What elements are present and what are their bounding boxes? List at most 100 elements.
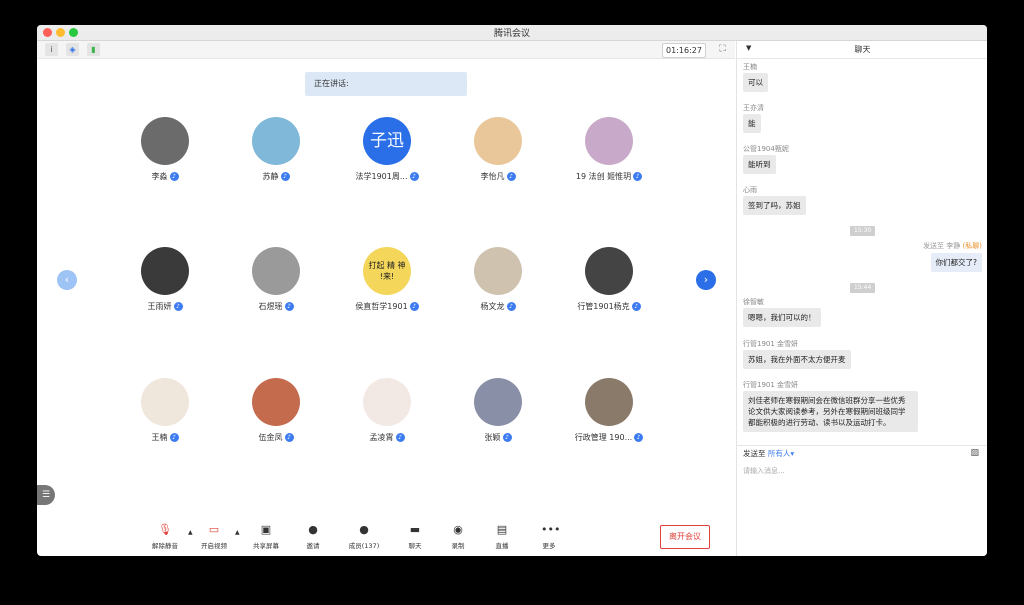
chat-sender: 徐智敏 xyxy=(743,298,764,306)
mic-status-icon: ♪ xyxy=(409,302,419,311)
mic-status-icon: ♪ xyxy=(284,302,294,311)
avatar: 子迅 xyxy=(363,117,411,165)
avatar xyxy=(252,378,300,426)
image-icon[interactable]: ▨ xyxy=(970,448,979,458)
chat-sender: 行管1901 金雪妍 xyxy=(743,340,799,348)
avatar xyxy=(252,117,300,165)
participant-tile[interactable]: 孟凌霄 ♪ xyxy=(342,378,432,443)
chat-title: 聊天 xyxy=(854,45,871,54)
mic-status-icon: ♪ xyxy=(280,172,290,181)
participant-tile[interactable]: 伍金凤 ♪ xyxy=(231,378,321,443)
mic-status-icon: ♪ xyxy=(169,172,179,181)
chat-sender: 心雨 xyxy=(743,186,757,194)
meeting-timer: 01:16:27 xyxy=(662,43,706,58)
record-button[interactable]: ◉ 录制 xyxy=(436,523,480,550)
avatar xyxy=(585,117,633,165)
more-icon: ••• xyxy=(541,523,561,536)
start-video-button[interactable]: ▭ 开启视频 xyxy=(192,523,236,550)
chat-bubble: 刘佳老师在寒假期间会在微信班群分享一些优秀 论文供大家阅读参考，另外在寒假期间班… xyxy=(743,391,918,432)
mic-status-icon: ♪ xyxy=(502,433,512,442)
avatar xyxy=(141,117,189,165)
participant-tile[interactable]: 王雨妍 ♪ xyxy=(120,247,210,312)
video-options-caret[interactable]: ▲ xyxy=(235,529,240,536)
chat-time: 15:44 xyxy=(850,283,876,293)
signal-icon[interactable]: ▮ xyxy=(87,43,100,56)
participant-name: 伍金凤 ♪ xyxy=(231,432,321,443)
meeting-window: 腾讯会议 i ◈ ▮ 01:16:27 ⛶ 正在讲话: ‹ › ☰ 李淼 ♪ 苏静 ♪… xyxy=(37,25,987,556)
chat-sender: 王楠 xyxy=(743,63,757,71)
chat-bubble: 嗯嗯，我们可以的！ xyxy=(743,308,821,327)
mic-status-icon: ♪ xyxy=(506,172,516,181)
chat-bubble: 苏姐，我在外面不太方便开麦 xyxy=(743,350,851,369)
participant-tile[interactable]: 行管1901杨克 ♪ xyxy=(564,247,654,312)
chat-sender: 行管1901 金雪妍 xyxy=(743,381,799,389)
mic-status-icon: ♪ xyxy=(284,433,294,442)
participant-name: 王雨妍 ♪ xyxy=(120,301,210,312)
participant-name: 张颖 ♪ xyxy=(453,432,543,443)
leave-meeting-button[interactable]: 离开会议 xyxy=(660,525,710,549)
video-off-icon: ▭ xyxy=(208,523,220,536)
participant-name: 石煜瑶 ♪ xyxy=(231,301,321,312)
unmute-button[interactable]: 🎙 解除静音 xyxy=(143,523,187,550)
participant-name: 19 法创 姬惟玥 ♪ xyxy=(564,171,654,182)
participant-tile[interactable]: 苏静 ♪ xyxy=(231,117,321,182)
invite-button[interactable]: ● 邀请 xyxy=(291,523,335,550)
control-bar: 🎙 解除静音 ▲ ▭ 开启视频 ▲ ▣ 共享屏幕 ● 邀请 ● 成员(137) … xyxy=(37,519,735,556)
participant-name: 法学1901周... ♪ xyxy=(342,171,432,182)
chat-button[interactable]: ▬ 聊天 xyxy=(393,523,437,550)
participant-name: 行管1901杨克 ♪ xyxy=(564,301,654,312)
participant-tile[interactable]: 王楠 ♪ xyxy=(120,378,210,443)
next-page-button[interactable]: › xyxy=(696,270,716,290)
chat-bubble: 签到了吗，苏姐 xyxy=(743,196,806,215)
avatar xyxy=(141,378,189,426)
share-screen-button[interactable]: ▣ 共享屏幕 xyxy=(244,523,288,550)
prev-page-button[interactable]: ‹ xyxy=(57,270,77,290)
share-screen-icon: ▣ xyxy=(260,523,272,536)
speaking-indicator: 正在讲话: xyxy=(305,72,467,96)
title-bar: 腾讯会议 xyxy=(37,25,987,41)
avatar xyxy=(585,247,633,295)
participant-tile[interactable]: 李淼 ♪ xyxy=(120,117,210,182)
chat-icon: ▬ xyxy=(409,523,421,536)
participant-tile[interactable]: 李怡凡 ♪ xyxy=(453,117,543,182)
chat-header: ▼ 聊天 xyxy=(737,41,987,59)
invite-icon: ● xyxy=(308,523,318,536)
avatar xyxy=(474,378,522,426)
side-panel-toggle[interactable]: ☰ xyxy=(37,485,55,505)
chat-messages: 王楠 可以 王亦清 能 公管1904甄妮 能听到 心雨 签到了吗，苏姐 15:3… xyxy=(737,59,987,447)
avatar xyxy=(474,247,522,295)
participant-tile[interactable]: 石煜瑶 ♪ xyxy=(231,247,321,312)
live-icon: ▤ xyxy=(496,523,508,536)
chat-sender: 王亦清 xyxy=(743,104,764,112)
chat-divider xyxy=(737,445,987,446)
chat-input[interactable]: 请输入消息... xyxy=(743,466,785,476)
meeting-toolbar: i ◈ ▮ 01:16:27 ⛶ xyxy=(37,41,735,59)
mic-status-icon: ♪ xyxy=(506,302,516,311)
chat-time: 15:30 xyxy=(850,226,876,236)
shield-icon[interactable]: ◈ xyxy=(66,43,79,56)
participant-tile[interactable]: 19 法创 姬惟玥 ♪ xyxy=(564,117,654,182)
send-to-selector[interactable]: 发送至 所有人▾ xyxy=(743,448,794,459)
participant-tile[interactable]: 打起 精 神 !来! 侯直哲学1901 ♪ xyxy=(342,247,432,312)
live-button[interactable]: ▤ 直播 xyxy=(480,523,524,550)
chat-sender: 公管1904甄妮 xyxy=(743,145,789,153)
chat-bubble: 能 xyxy=(743,114,761,133)
mic-status-icon: ♪ xyxy=(173,302,183,311)
window-title: 腾讯会议 xyxy=(493,29,530,39)
mic-status-icon: ♪ xyxy=(395,433,405,442)
avatar xyxy=(474,117,522,165)
participant-tile[interactable]: 子迅法学1901周... ♪ xyxy=(342,117,432,182)
fullscreen-icon[interactable]: ⛶ xyxy=(717,44,728,55)
info-icon[interactable]: i xyxy=(45,43,58,56)
participant-name: 李淼 ♪ xyxy=(120,171,210,182)
avatar xyxy=(252,247,300,295)
mic-status-icon: ♪ xyxy=(169,433,179,442)
mic-status-icon: ♪ xyxy=(634,433,644,442)
participant-tile[interactable]: 张颖 ♪ xyxy=(453,378,543,443)
participant-tile[interactable]: 行政管理 190... ♪ xyxy=(564,378,654,443)
participant-name: 行政管理 190... ♪ xyxy=(564,432,654,443)
participant-name: 孟凌霄 ♪ xyxy=(342,432,432,443)
members-button[interactable]: ● 成员(137) xyxy=(342,523,386,550)
participant-tile[interactable]: 杨文龙 ♪ xyxy=(453,247,543,312)
more-button[interactable]: ••• 更多 xyxy=(527,523,571,550)
